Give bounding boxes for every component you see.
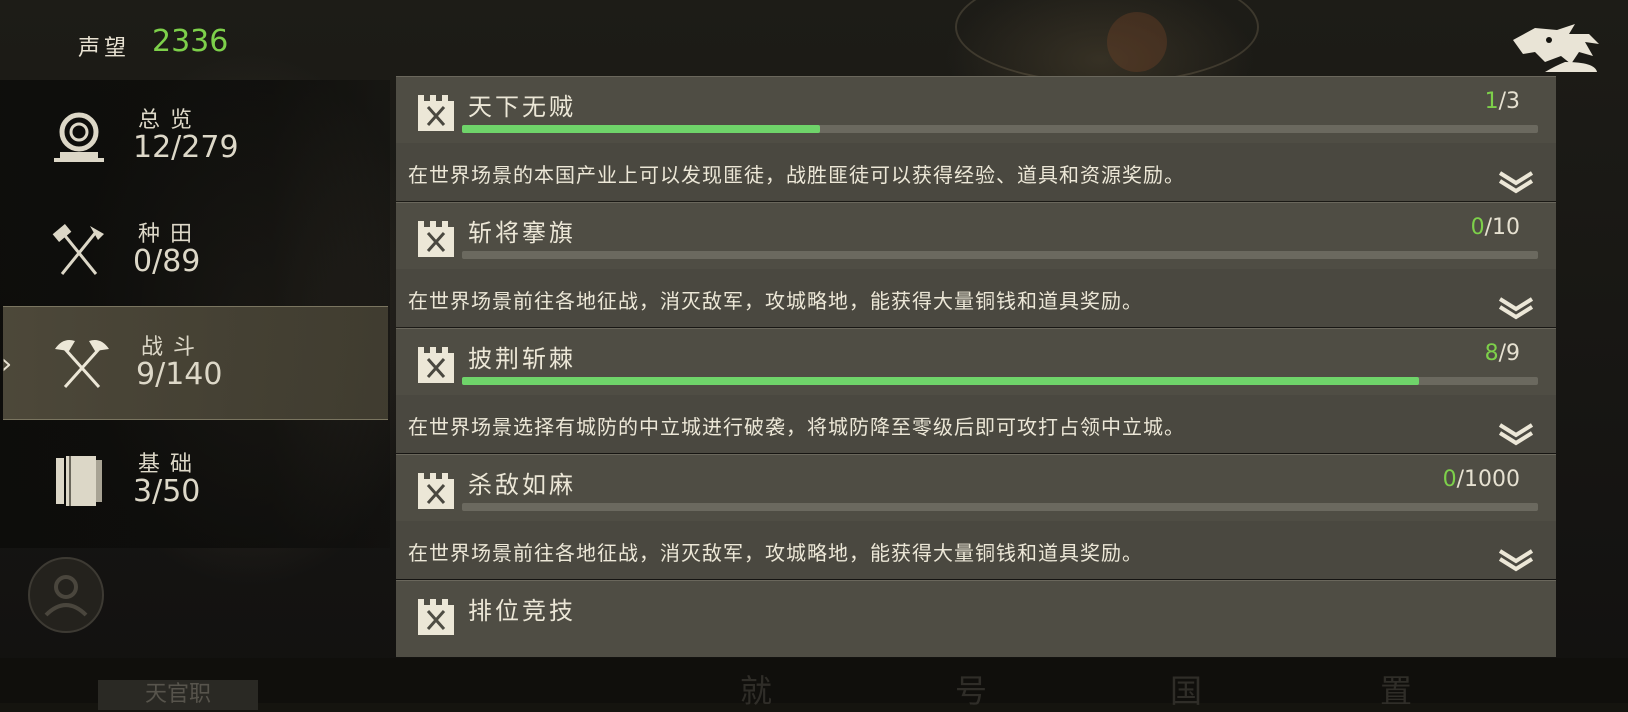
quest-progress-bar — [462, 377, 1538, 385]
castle-swords-icon — [418, 221, 454, 257]
overview-ring-icon — [54, 112, 104, 162]
castle-swords-icon — [418, 347, 454, 383]
quest-progress-text: 0/10 — [1471, 215, 1520, 240]
expand-chevron-icon[interactable] — [1496, 545, 1536, 573]
quest-progress-fill — [462, 377, 1419, 385]
quest-progress-text: 1/3 — [1485, 89, 1520, 114]
general-portrait-icon — [44, 575, 88, 617]
sidebar-item-basics[interactable]: 基础 3/50 — [0, 424, 390, 538]
sidebar-item-battle[interactable]: › 战斗 9/140 — [1, 306, 388, 420]
reputation-label: 声望 — [78, 36, 131, 61]
quest-card: 天下无贼 1/3 在世界场景的本国产业上可以发现匪徒，战胜匪徒可以获得经验、道具… — [396, 76, 1556, 201]
quest-progress-current: 0 — [1470, 215, 1485, 240]
crossed-axes-icon — [55, 340, 109, 389]
active-indicator-icon: › — [1, 347, 13, 380]
reputation-value: 2336 — [152, 24, 229, 59]
castle-swords-icon — [418, 599, 454, 635]
quest-card: 杀敌如麻 0/1000 在世界场景前往各地征战，消灭敌军，攻城略地，能获得大量铜… — [396, 454, 1556, 579]
quest-description: 在世界场景选择有城防的中立城进行破袭，将城防降至零级后即可攻打占领中立城。 — [408, 415, 1185, 439]
quest-title: 杀敌如麻 — [468, 471, 576, 499]
quest-description: 在世界场景前往各地征战，消灭敌军，攻城略地，能获得大量铜钱和道具奖励。 — [408, 289, 1143, 313]
bottom-nav-label: 就 — [740, 672, 773, 710]
quest-description: 在世界场景前往各地征战，消灭敌军，攻城略地，能获得大量铜钱和道具奖励。 — [408, 541, 1143, 565]
quest-title: 排位竞技 — [468, 597, 576, 625]
quest-card: 排位竞技 — [396, 580, 1556, 657]
bottom-nav-label: 置 — [1380, 672, 1413, 710]
quest-card: 披荆斩棘 8/9 在世界场景选择有城防的中立城进行破袭，将城防降至零级后即可攻打… — [396, 328, 1556, 453]
expand-chevron-icon[interactable] — [1496, 293, 1536, 321]
bottom-sub-tab[interactable]: 天官职 — [98, 680, 258, 710]
castle-swords-icon — [418, 95, 454, 131]
quest-progress-bar — [462, 251, 1538, 259]
quest-progress-total: /10 — [1484, 215, 1520, 240]
quest-card: 斩将搴旗 0/10 在世界场景前往各地征战，消灭敌军，攻城略地，能获得大量铜钱和… — [396, 202, 1556, 327]
sidebar-item-count: 3/50 — [133, 474, 201, 509]
sidebar-item-farming[interactable]: 种田 0/89 — [0, 194, 390, 308]
sidebar-item-count: 12/279 — [133, 130, 239, 165]
expand-chevron-icon[interactable] — [1496, 167, 1536, 195]
bottom-nav-label: 国 — [1170, 672, 1203, 710]
dragon-back-button[interactable] — [1505, 18, 1605, 76]
quest-title: 披荆斩棘 — [468, 345, 576, 373]
quest-progress-bar — [462, 503, 1538, 511]
sidebar-item-count: 0/89 — [133, 244, 201, 279]
quest-progress-total: /1000 — [1456, 467, 1520, 492]
quest-progress-text: 0/1000 — [1443, 467, 1520, 492]
quest-progress-total: /3 — [1498, 89, 1520, 114]
quest-progress-current: 0 — [1442, 467, 1457, 492]
general-portrait-button[interactable] — [28, 557, 104, 633]
quest-progress-fill — [462, 125, 821, 133]
book-icon — [56, 456, 102, 506]
quest-progress-bar — [462, 125, 1538, 133]
quest-title: 斩将搴旗 — [468, 219, 576, 247]
quest-progress-current: 1 — [1484, 89, 1499, 114]
expand-chevron-icon[interactable] — [1496, 419, 1536, 447]
bottom-nav-label: 号 — [955, 672, 988, 710]
quest-progress-current: 8 — [1484, 341, 1499, 366]
castle-swords-icon — [418, 473, 454, 509]
sidebar-item-overview[interactable]: 总览 12/279 — [0, 80, 390, 194]
sidebar-item-count: 9/140 — [136, 357, 223, 392]
quest-progress-total: /9 — [1498, 341, 1520, 366]
quest-title: 天下无贼 — [468, 93, 576, 121]
dragon-head-icon — [1513, 24, 1599, 72]
quest-description: 在世界场景的本国产业上可以发现匪徒，战胜匪徒可以获得经验、道具和资源奖励。 — [408, 163, 1185, 187]
farming-tools-icon — [52, 224, 104, 275]
quest-progress-text: 8/9 — [1485, 341, 1520, 366]
